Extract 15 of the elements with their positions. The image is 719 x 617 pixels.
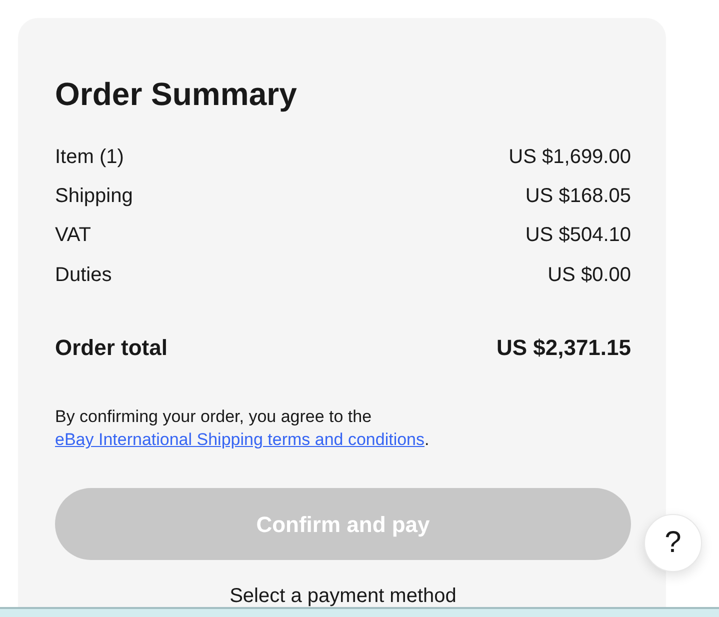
summary-label: Item (1) [55,144,124,170]
summary-amount: US $0.00 [548,262,631,288]
summary-label: VAT [55,223,91,248]
summary-amount: US $504.10 [525,223,631,248]
summary-amount: US $1,699.00 [508,144,631,170]
help-button[interactable]: ? [644,514,702,572]
shipping-terms-link[interactable]: eBay International Shipping terms and conditions [55,430,425,450]
summary-label: Duties [55,262,112,288]
order-total-amount: US $2,371.15 [496,334,631,362]
summary-label: Shipping [55,184,133,209]
order-summary-title: Order Summary [55,75,297,114]
order-total-label: Order total [55,334,168,362]
summary-amount: US $168.05 [525,184,631,209]
payment-method-hint: Select a payment method [230,584,456,607]
agreement-text: By confirming your order, you agree to the eBay International Shipping terms and conditions. [55,406,430,452]
